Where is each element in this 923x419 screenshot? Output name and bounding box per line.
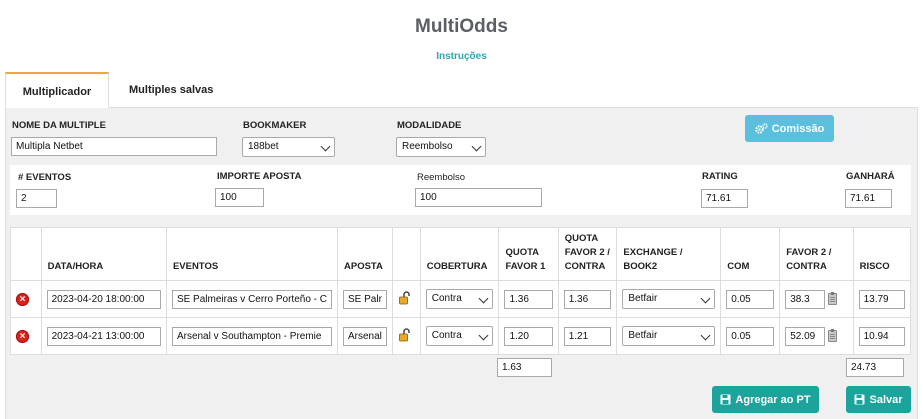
importe-label: IMPORTE APOSTA [217,171,302,182]
name-label: NOME DA MULTIPLE [12,120,106,131]
ganhara-input[interactable]: 71.61 [845,189,892,208]
eventos-label: # EVENTOS [18,172,72,183]
rating-label: RATING [702,171,738,182]
event-input[interactable]: Arsenal v Southampton - Premie [171,326,332,346]
exchange-select[interactable]: Betfair [622,289,716,309]
reembolso-input[interactable]: 100 [415,188,542,207]
quota-favor-2-input[interactable]: 1.36 [563,289,612,309]
eventos-input[interactable]: 2 [16,189,57,208]
header-risco: RISCO [852,227,912,281]
exchange-value: Betfair [628,293,658,304]
bookmaker-select[interactable]: 188bet [242,137,335,157]
unlock-icon[interactable] [398,327,412,342]
header-datahora: DATA/HORA [40,227,167,281]
quota-favor-1-input[interactable]: 1.20 [504,326,553,346]
bet-input[interactable]: Arsenal [343,326,387,346]
header-exchange: EXCHANGE / BOOK2 [616,227,722,281]
delete-icon[interactable]: × [16,329,29,343]
total-quota-input[interactable]: 1.63 [497,358,552,377]
quota-favor-2-input[interactable]: 1.21 [563,326,612,346]
header-eventos: EVENTOS [165,227,339,281]
chevron-down-icon [700,293,711,304]
chevron-down-icon [478,293,489,304]
cobertura-value: Contra [431,330,462,341]
header-com: COM [720,227,781,281]
salvar-label: Salvar [869,393,903,406]
unlock-icon[interactable] [398,290,412,305]
header-favor-2: FAVOR 2 / CONTRA [779,227,854,281]
table-row: × 2023-04-20 18:00:00 SE Palmeiras v Cer… [10,280,912,318]
modalidade-value: Reembolso [402,141,453,152]
event-input[interactable]: SE Palmeiras v Cerro Porteño - C [171,289,332,309]
agregar-label: Agregar ao PT [735,393,811,406]
favor-2-input[interactable]: 52.09 [785,326,826,346]
salvar-button[interactable]: Salvar [846,386,911,413]
tab-bar: Multiplicador Multiples salvas [5,72,918,108]
reembolso-label: Reembolso [417,172,466,183]
com-input[interactable]: 0.05 [726,289,775,309]
modalidade-select[interactable]: Reembolso [396,137,486,157]
exchange-value: Betfair [628,330,658,341]
chevron-down-icon [320,141,331,152]
header-lock [391,227,421,281]
table-row: × 2023-04-21 13:00:00 Arsenal v Southamp… [10,317,912,355]
bookmaker-value: 188bet [248,141,279,152]
tab-multiples-salvas[interactable]: Multiples salvas [113,72,229,108]
header-quota-favor-1: QUOTA FAVOR 1 [498,227,559,281]
total-risco-input[interactable]: 24.73 [846,358,904,377]
save-icon [854,394,865,405]
comissao-button[interactable]: Comissão [745,115,834,142]
cobertura-select[interactable]: Contra [425,326,494,346]
comissao-label: Comissão [771,122,825,135]
instructions-link[interactable]: Instruções [0,51,923,62]
save-icon [720,394,731,405]
app-title: MultiOdds [415,16,508,37]
cobertura-value: Contra [431,293,462,304]
chevron-down-icon [700,330,711,341]
bet-input[interactable]: SE Palr [343,289,387,309]
com-input[interactable]: 0.05 [726,326,775,346]
modalidade-label: MODALIDADE [397,120,462,131]
importe-input[interactable]: 100 [215,188,264,207]
header-quota-favor-2: QUOTA FAVOR 2 / CONTRA [557,227,618,281]
favor-2-input[interactable]: 38.3 [785,289,826,309]
datetime-input[interactable]: 2023-04-20 18:00:00 [46,289,161,309]
clipboard-icon[interactable] [828,292,838,305]
cogs-icon [755,122,768,134]
risco-input[interactable]: 10.94 [858,326,905,346]
header-delete [10,227,42,281]
agregar-button[interactable]: Agregar ao PT [712,386,819,413]
exchange-select[interactable]: Betfair [622,326,716,346]
rating-input[interactable]: 71.61 [701,189,748,208]
multiple-name-input[interactable]: Multipla Netbet [11,137,217,156]
table-header-row: DATA/HORA EVENTOS APOSTA COBERTURA QUOTA… [10,227,912,281]
clipboard-icon[interactable] [828,329,838,342]
chevron-down-icon [471,141,482,152]
events-table: DATA/HORA EVENTOS APOSTA COBERTURA QUOTA… [10,227,912,355]
ganhara-label: GANHARÁ [846,171,895,182]
header-cobertura: COBERTURA [419,227,500,281]
delete-icon[interactable]: × [16,292,29,306]
tab-multiplicador[interactable]: Multiplicador [5,72,109,108]
risco-input[interactable]: 13.79 [858,289,905,309]
quota-favor-1-input[interactable]: 1.36 [504,289,553,309]
chevron-down-icon [478,330,489,341]
bookmaker-label: BOOKMAKER [243,120,307,131]
datetime-input[interactable]: 2023-04-21 13:00:00 [46,326,161,346]
header-aposta: APOSTA [337,227,393,281]
cobertura-select[interactable]: Contra [425,289,494,309]
